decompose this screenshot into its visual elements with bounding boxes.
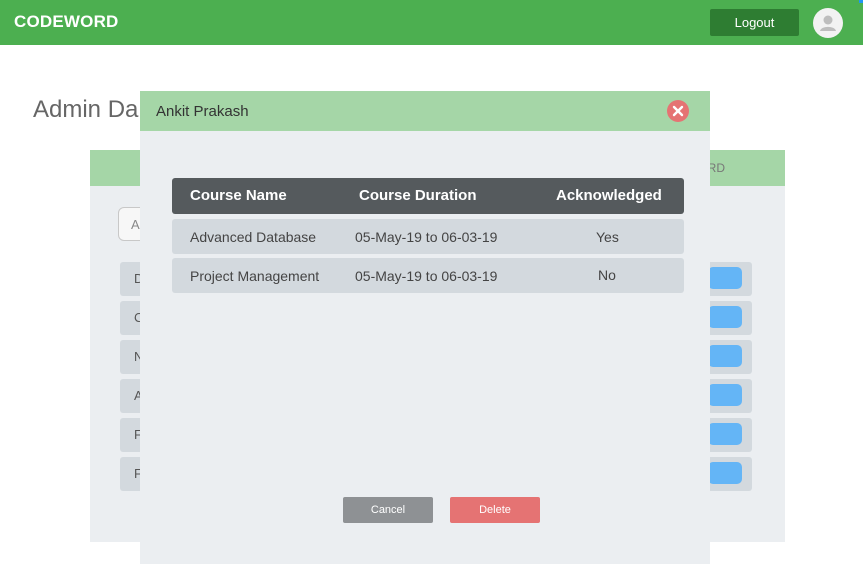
modal-header: Ankit Prakash [140,91,710,131]
cancel-button[interactable]: Cancel [343,497,433,523]
acknowledged-cell: No [598,267,616,283]
course-duration-cell: 05-May-19 to 06-03-19 [355,229,498,245]
course-name-cell: Advanced Database [190,229,317,245]
column-header-acknowledged: Acknowledged [556,187,662,204]
user-courses-modal: Ankit Prakash Course Name Course Duratio… [140,91,710,564]
column-header-course-duration: Course Duration [359,187,477,204]
delete-button[interactable]: Delete [450,497,540,523]
view-button[interactable] [708,384,742,406]
modal-title: Ankit Prakash [156,103,249,120]
table-row: Project Management 05-May-19 to 06-03-19… [172,258,684,293]
close-icon[interactable] [667,100,689,122]
table-row: Advanced Database 05-May-19 to 06-03-19 … [172,219,684,254]
logout-button[interactable]: Logout [710,9,799,36]
course-duration-cell: 05-May-19 to 06-03-19 [355,268,498,284]
dashboard-card-header-text: RD [707,161,725,175]
view-button[interactable] [708,423,742,445]
user-avatar-icon[interactable] [813,8,843,38]
top-navbar: CODEWORD Logout [0,0,863,45]
view-button[interactable] [708,267,742,289]
view-button[interactable] [708,462,742,484]
page-title: Admin Da [33,96,139,123]
table-header: Course Name Course Duration Acknowledged [172,178,684,214]
view-button[interactable] [708,345,742,367]
course-name-cell: Project Management [190,268,320,284]
view-button[interactable] [708,306,742,328]
brand-logo-text[interactable]: CODEWORD [14,12,119,32]
corner-accent [859,0,863,3]
column-header-course-name: Course Name [190,187,287,204]
acknowledged-cell: Yes [596,229,619,245]
